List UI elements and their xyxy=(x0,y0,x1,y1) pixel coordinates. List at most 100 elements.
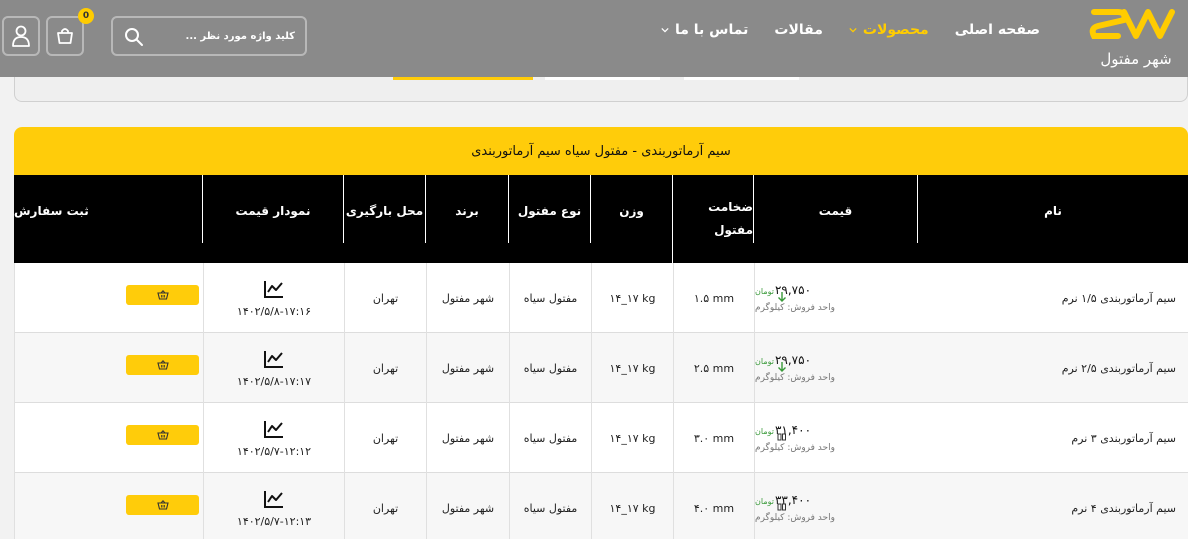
cell-chart: ۱۴۰۲/۵/۸-۱۷:۱۷ xyxy=(203,333,344,403)
line-chart-icon[interactable] xyxy=(263,349,285,369)
weight-value: ۱۴_۱۷ kg xyxy=(609,291,656,305)
order-button[interactable] xyxy=(126,495,199,515)
nav-products[interactable]: محصولات xyxy=(849,22,929,38)
col-thickness-line2: مفتول xyxy=(714,223,753,237)
price-date: ۱۴۰۲/۵/۸-۱۷:۱۷ xyxy=(236,374,312,388)
cell-order xyxy=(14,473,203,539)
table-title: سیم آرماتوربندی - مفتول سیاه سیم آرماتور… xyxy=(14,127,1188,175)
price-date: ۱۴۰۲/۵/۸-۱۷:۱۶ xyxy=(236,304,312,318)
user-icon xyxy=(12,25,30,47)
col-price: قیمت xyxy=(818,204,853,218)
type-value: مفتول سیاه xyxy=(523,361,578,375)
cell-location: تهران xyxy=(344,333,426,403)
sale-unit: واحد فروش: کیلوگرم xyxy=(755,373,835,383)
thickness-value: ۲.۵ mm xyxy=(693,361,735,375)
line-chart-icon[interactable] xyxy=(263,279,285,299)
cart-icon xyxy=(57,28,73,44)
cell-thickness: ۱.۵ mm xyxy=(673,263,754,333)
basket-icon xyxy=(156,290,169,300)
nav-home-label: صفحه اصلی xyxy=(954,22,1040,38)
cell-weight: ۱۴_۱۷ kg xyxy=(591,403,673,473)
search-box xyxy=(111,16,307,56)
trend-steady-icon xyxy=(777,433,786,441)
cell-location: تهران xyxy=(344,403,426,473)
account-button[interactable] xyxy=(2,16,40,56)
brand-value: شهر مفتول xyxy=(441,291,495,305)
trend-down-icon xyxy=(778,362,786,372)
sale-unit: واحد فروش: کیلوگرم xyxy=(755,303,835,313)
cell-brand: شهر مفتول xyxy=(426,403,509,473)
chevron-down-icon xyxy=(661,27,669,33)
price-date: ۱۴۰۲/۵/۷-۱۲:۱۲ xyxy=(236,444,312,458)
table-row: سیم آرماتوربندی ۲/۵ نرم ۲۹,۷۵۰ تومان واحد… xyxy=(14,333,1188,403)
location-value: تهران xyxy=(372,291,399,305)
main-nav: صفحه اصلی محصولات مقالات تماس با ما xyxy=(661,22,1040,38)
order-button[interactable] xyxy=(126,425,199,445)
order-button[interactable] xyxy=(126,355,199,375)
sale-unit: واحد فروش: کیلوگرم xyxy=(755,513,835,523)
search-icon[interactable] xyxy=(124,27,144,47)
col-name: نام xyxy=(1044,204,1062,218)
col-weight: وزن xyxy=(619,204,644,218)
filter-tab[interactable] xyxy=(545,77,660,80)
cell-name[interactable]: سیم آرماتوربندی ۴ نرم xyxy=(918,473,1188,539)
col-location: محل بارگیری xyxy=(345,204,424,218)
cell-location: تهران xyxy=(344,473,426,539)
cell-order xyxy=(14,333,203,403)
nav-contact[interactable]: تماس با ما xyxy=(661,22,748,38)
basket-icon xyxy=(156,360,169,370)
cell-brand: شهر مفتول xyxy=(426,263,509,333)
basket-icon xyxy=(156,430,169,440)
cell-order xyxy=(14,403,203,473)
product-name: سیم آرماتوربندی ۲/۵ نرم xyxy=(1061,361,1176,375)
chevron-down-icon xyxy=(849,27,857,33)
cell-name[interactable]: سیم آرماتوربندی ۳ نرم xyxy=(918,403,1188,473)
cell-name[interactable]: سیم آرماتوربندی ۲/۵ نرم xyxy=(918,333,1188,403)
cell-thickness: ۲.۵ mm xyxy=(673,333,754,403)
cell-thickness: ۳.۰ mm xyxy=(673,403,754,473)
product-name: سیم آرماتوربندی ۳ نرم xyxy=(1071,431,1176,445)
cell-name[interactable]: سیم آرماتوربندی ۱/۵ نرم xyxy=(918,263,1188,333)
cell-chart: ۱۴۰۲/۵/۷-۱۲:۱۲ xyxy=(203,403,344,473)
line-chart-icon[interactable] xyxy=(263,489,285,509)
cell-price: ۳۱,۴۰۰ تومان واحد فروش: کیلوگرم xyxy=(754,403,918,473)
line-chart-icon[interactable] xyxy=(263,419,285,439)
nav-home[interactable]: صفحه اصلی xyxy=(955,22,1040,38)
location-value: تهران xyxy=(372,431,399,445)
nav-products-label: محصولات xyxy=(862,22,929,38)
nav-articles[interactable]: مقالات xyxy=(774,22,823,38)
trend-down-icon xyxy=(778,292,786,302)
cell-brand: شهر مفتول xyxy=(426,333,509,403)
cell-weight: ۱۴_۱۷ kg xyxy=(591,263,673,333)
type-value: مفتول سیاه xyxy=(523,431,578,445)
filter-tab-active[interactable] xyxy=(393,77,533,80)
order-button[interactable] xyxy=(126,285,199,305)
cell-price: ۲۹,۷۵۰ تومان واحد فروش: کیلوگرم xyxy=(754,263,918,333)
cart-button[interactable] xyxy=(46,16,84,56)
site-header: شهر مفتول صفحه اصلی محصولات مقالات تماس … xyxy=(0,0,1188,77)
price-currency: تومان xyxy=(755,287,774,296)
cell-type: مفتول سیاه xyxy=(509,333,591,403)
cell-chart: ۱۴۰۲/۵/۷-۱۲:۱۳ xyxy=(203,473,344,539)
cell-type: مفتول سیاه xyxy=(509,473,591,539)
price-table: سیم آرماتوربندی - مفتول سیاه سیم آرماتور… xyxy=(14,127,1188,539)
table-row: سیم آرماتوربندی ۱/۵ نرم ۲۹,۷۵۰ تومان واحد… xyxy=(14,263,1188,333)
weight-value: ۱۴_۱۷ kg xyxy=(609,431,656,445)
brand-value: شهر مفتول xyxy=(441,431,495,445)
cell-location: تهران xyxy=(344,263,426,333)
product-name: سیم آرماتوربندی ۱/۵ نرم xyxy=(1061,291,1176,305)
sale-unit: واحد فروش: کیلوگرم xyxy=(755,443,835,453)
nav-contact-label: تماس با ما xyxy=(675,22,749,38)
thickness-value: ۴.۰ mm xyxy=(693,501,735,515)
cart-count-badge: 0 xyxy=(78,8,94,24)
col-order: ثبت سفارش xyxy=(14,204,89,218)
brand-value: شهر مفتول xyxy=(441,361,495,375)
thickness-value: ۱.۵ mm xyxy=(693,291,735,305)
search-input[interactable] xyxy=(145,27,295,45)
logo[interactable]: شهر مفتول xyxy=(1088,4,1184,70)
weight-value: ۱۴_۱۷ kg xyxy=(609,361,656,375)
brand-value: شهر مفتول xyxy=(441,501,495,515)
filter-tab[interactable] xyxy=(684,77,799,80)
type-value: مفتول سیاه xyxy=(523,501,578,515)
table-row: سیم آرماتوربندی ۴ نرم ۳۳,۴۰۰ تومان واحد ف… xyxy=(14,473,1188,539)
